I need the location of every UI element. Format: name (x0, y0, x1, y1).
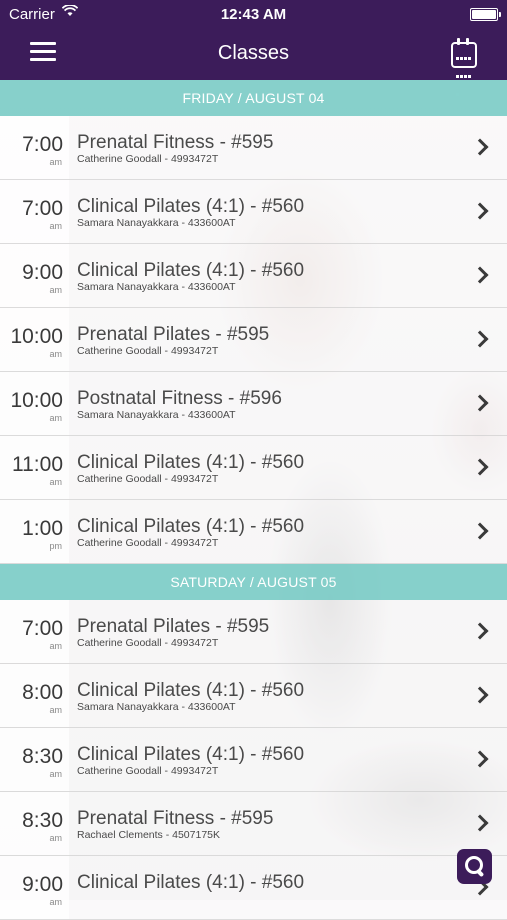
time-column: 8:00 am (0, 664, 69, 727)
class-row[interactable]: 9:00 am Clinical Pilates (4:1) - #560 Samar… (0, 244, 507, 308)
chevron-right-icon (471, 138, 489, 156)
class-ampm: pm (49, 541, 62, 551)
status-time: 12:43 AM (220, 6, 287, 23)
chevron-right-icon (471, 622, 489, 640)
chevron-right-icon (471, 202, 489, 220)
class-name: Clinical Pilates (4:1) - #560 (77, 744, 305, 765)
time-column: 10:00 am (0, 308, 69, 371)
chevron-right-icon (471, 522, 489, 540)
page-title: Classes (217, 42, 290, 64)
class-instructor: Catherine Goodall - 4993472T (77, 473, 219, 485)
class-ampm: am (49, 769, 62, 779)
class-time: 9:00 (22, 261, 63, 284)
class-instructor: Samara Nanayakkara - 433600AT (77, 217, 236, 229)
class-row[interactable]: 8:00 am Clinical Pilates (4:1) - #560 Samar… (0, 664, 507, 728)
class-time: 7:00 (22, 197, 63, 220)
time-column: 8:30 am (0, 728, 69, 791)
chevron-right-icon (471, 814, 489, 832)
class-name: Clinical Pilates (4:1) - #560 (77, 452, 305, 473)
class-name: Prenatal Pilates - #595 (77, 324, 270, 345)
time-column: 7:00 am (0, 116, 69, 179)
class-row[interactable]: 1:00 pm Clinical Pilates (4:1) - #560 Cathe… (0, 500, 507, 564)
class-name: Clinical Pilates (4:1) - #560 (77, 196, 305, 217)
class-time: 7:00 (22, 133, 63, 156)
class-instructor: Catherine Goodall - 4993472T (77, 153, 219, 165)
time-column: 7:00 am (0, 600, 69, 663)
chevron-right-icon (471, 266, 489, 284)
class-time: 9:00 (22, 873, 63, 896)
class-name: Clinical Pilates (4:1) - #560 (77, 516, 305, 537)
class-row[interactable]: 7:00 am Prenatal Fitness - #595 Catherine G… (0, 116, 507, 180)
class-row[interactable]: 7:00 am Prenatal Pilates - #595 Catherine G… (0, 600, 507, 664)
class-instructor: Catherine Goodall - 4993472T (77, 537, 219, 549)
chevron-right-icon (471, 394, 489, 412)
time-column: 8:30 am (0, 792, 69, 855)
class-instructor: Samara Nanayakkara - 433600AT (77, 409, 236, 421)
class-row[interactable]: 8:30 am Clinical Pilates (4:1) - #560 Cathe… (0, 728, 507, 792)
class-ampm: am (49, 641, 62, 651)
class-ampm: am (49, 413, 62, 423)
class-row[interactable]: 7:00 am Clinical Pilates (4:1) - #560 Samar… (0, 180, 507, 244)
class-row[interactable]: 11:00 am Clinical Pilates (4:1) - #560 Cath… (0, 436, 507, 500)
class-instructor: Catherine Goodall - 4993472T (77, 765, 219, 777)
class-ampm: am (49, 477, 62, 487)
class-instructor: Catherine Goodall - 4993472T (77, 345, 219, 357)
battery-icon (470, 8, 501, 21)
time-column: 7:00 am (0, 180, 69, 243)
class-time: 11:00 (12, 453, 63, 476)
class-ampm: am (49, 897, 62, 907)
class-row[interactable]: 8:30 am Prenatal Fitness - #595 Rachael Cle… (0, 792, 507, 856)
class-time: 10:00 (10, 389, 63, 412)
time-column: 9:00 am (0, 856, 69, 919)
calendar-icon[interactable] (451, 38, 477, 96)
class-name: Clinical Pilates (4:1) - #560 (77, 680, 305, 701)
chevron-right-icon (471, 330, 489, 348)
class-instructor: Rachael Clements - 4507175K (77, 829, 221, 841)
section-header: FRIDAY / AUGUST 04 (0, 80, 507, 116)
class-time: 7:00 (22, 617, 63, 640)
time-column: 10:00 am (0, 372, 69, 435)
class-instructor: Samara Nanayakkara - 433600AT (77, 281, 236, 293)
class-row[interactable]: 10:00 am Postnatal Fitness - #596 Samara Na… (0, 372, 507, 436)
class-ampm: am (49, 833, 62, 843)
class-row[interactable]: 9:00 am Clinical Pilates (4:1) - #560 (0, 856, 507, 920)
class-ampm: am (49, 705, 62, 715)
class-row[interactable]: 10:00 am Prenatal Pilates - #595 Catherine … (0, 308, 507, 372)
class-name: Prenatal Fitness - #595 (77, 132, 274, 153)
chevron-right-icon (471, 750, 489, 768)
class-list: FRIDAY / AUGUST 04 7:00 am Prenatal Fitness… (0, 80, 507, 920)
class-time: 1:00 (22, 517, 63, 540)
class-name: Prenatal Pilates - #595 (77, 616, 270, 637)
class-ampm: am (49, 157, 62, 167)
class-ampm: am (49, 221, 62, 231)
class-ampm: am (49, 285, 62, 295)
section-header: SATURDAY / AUGUST 05 (0, 564, 507, 600)
nav-bar: Classes (0, 28, 507, 96)
class-name: Prenatal Fitness - #595 (77, 808, 274, 829)
chevron-right-icon (471, 458, 489, 476)
time-column: 9:00 am (0, 244, 69, 307)
class-time: 8:30 (22, 809, 63, 832)
status-bar: Carrier 12:43 AM (0, 0, 507, 28)
class-time: 8:00 (22, 681, 63, 704)
time-column: 1:00 pm (0, 500, 69, 563)
class-time: 10:00 (10, 325, 63, 348)
class-name: Postnatal Fitness - #596 (77, 388, 282, 409)
app-header: Carrier 12:43 AM Classes (0, 0, 507, 96)
class-name: Clinical Pilates (4:1) - #560 (77, 260, 305, 281)
class-name: Clinical Pilates (4:1) - #560 (77, 872, 305, 893)
class-time: 8:30 (22, 745, 63, 768)
time-column: 11:00 am (0, 436, 69, 499)
search-icon[interactable] (457, 849, 492, 884)
class-instructor: Samara Nanayakkara - 433600AT (77, 701, 236, 713)
chevron-right-icon (471, 686, 489, 704)
class-instructor: Catherine Goodall - 4993472T (77, 637, 219, 649)
class-ampm: am (49, 349, 62, 359)
